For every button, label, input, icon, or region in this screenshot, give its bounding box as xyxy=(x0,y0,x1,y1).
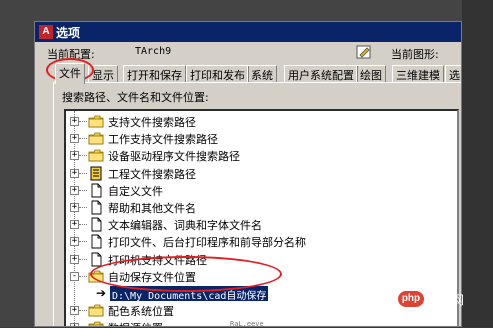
tree-item-label: 工作支持文件搜索路径 xyxy=(108,133,218,147)
folder-icon xyxy=(88,320,104,326)
expand-toggle-icon[interactable]: + xyxy=(70,168,79,178)
screenshot-frame: A 选项 当前配置: TArch9 当前图形: 文件 显示 打开和保存 打印和发… xyxy=(0,0,493,328)
tree-connector xyxy=(79,258,87,260)
tree-item[interactable]: + 打印机支持文件路径 xyxy=(66,251,457,268)
drawing-icon xyxy=(356,45,371,59)
tree-item[interactable]: + 设备驱动程序文件搜索路径 xyxy=(66,147,457,164)
tree-item-label: 文本编辑器、词典和字体文件名 xyxy=(108,219,262,233)
expand-toggle-icon[interactable]: + xyxy=(70,254,79,264)
tab-user-preferences[interactable]: 用户系统配置 xyxy=(284,65,358,82)
expand-toggle-icon[interactable]: + xyxy=(70,185,79,195)
tree-item[interactable]: + 自定义文件 xyxy=(66,182,457,199)
tree-connector xyxy=(79,224,87,226)
expand-toggle-icon[interactable]: + xyxy=(70,151,79,161)
tab-3d-modeling[interactable]: 三维建模 xyxy=(392,65,444,82)
options-dialog: A 选项 当前配置: TArch9 当前图形: 文件 显示 打开和保存 打印和发… xyxy=(34,21,462,327)
tree-item-label: 数据源位置 xyxy=(108,320,163,326)
folder-icon xyxy=(88,303,104,318)
search-paths-label: 搜索路径、文件名和文件位置: xyxy=(62,91,209,104)
expand-toggle-icon[interactable]: + xyxy=(70,306,79,316)
current-drawing-label: 当前图形: xyxy=(391,48,439,61)
tree-connector xyxy=(79,207,87,208)
folder-icon xyxy=(88,114,104,129)
tree-item[interactable]: - 自动保存文件位置 xyxy=(66,268,457,285)
tab-open-save[interactable]: 打开和保存 xyxy=(123,65,186,82)
right-background xyxy=(462,0,493,327)
arrow-icon: ➔ xyxy=(96,286,107,300)
tree-item[interactable]: + 打印文件、后台打印程序和前导部分名称 xyxy=(66,233,457,250)
folder-icon xyxy=(88,269,104,284)
tree-item-label: 打印机支持文件路径 xyxy=(108,253,207,267)
php-logo: php xyxy=(398,291,424,307)
profile-row: 当前配置: TArch9 当前图形: xyxy=(39,45,459,61)
tab-files[interactable]: 文件 xyxy=(55,63,85,84)
current-profile-value: TArch9 xyxy=(135,46,172,57)
folder-icon xyxy=(88,148,104,163)
window-title: 选项 xyxy=(56,25,81,40)
tree-item-label: 帮助和其他文件名 xyxy=(108,202,196,215)
tree-item[interactable]: + 文本编辑器、词典和字体文件名 xyxy=(66,216,457,233)
expand-toggle-icon[interactable]: + xyxy=(70,117,79,126)
tab-drafting[interactable]: 绘图 xyxy=(356,65,386,82)
tree-connector xyxy=(79,189,87,191)
watermark: php 中文网 xyxy=(398,287,488,311)
document-icon xyxy=(88,217,104,232)
watermark-text: 中文网 xyxy=(428,292,465,307)
project-icon xyxy=(88,166,104,181)
current-profile-label: 当前配置: xyxy=(47,48,95,61)
expand-toggle-icon[interactable]: + xyxy=(70,220,79,230)
tree-item[interactable]: + 工程文件搜索路径 xyxy=(66,165,457,182)
expand-toggle-icon[interactable]: + xyxy=(70,203,79,212)
document-icon xyxy=(88,252,104,267)
folder-icon xyxy=(88,131,104,146)
document-icon xyxy=(88,200,104,215)
tree-item[interactable]: + 支持文件搜索路径 xyxy=(66,113,457,130)
tree-item-label: 配色系统位置 xyxy=(108,305,174,319)
tree-connector xyxy=(79,155,87,157)
tree-connector xyxy=(79,241,87,243)
tab-system[interactable]: 系统 xyxy=(247,65,277,82)
tab-selection[interactable]: 选 xyxy=(445,65,461,82)
tab-display[interactable]: 显示 xyxy=(88,65,118,82)
tab-strip: 文件 显示 打开和保存 打印和发布 系统 用户系统配置 绘图 三维建模 选 xyxy=(53,63,461,84)
tree-item-label: 打印文件、后台打印程序和前导部分名称 xyxy=(108,236,306,250)
tree-item-label: 支持文件搜索路径 xyxy=(108,116,196,129)
document-icon xyxy=(88,183,104,198)
expand-toggle-icon[interactable]: + xyxy=(70,134,79,144)
expand-toggle-icon[interactable]: - xyxy=(70,271,79,281)
tree-item[interactable]: + 工作支持文件搜索路径 xyxy=(66,130,457,147)
tree-connector xyxy=(79,138,87,140)
document-icon xyxy=(88,234,104,249)
autosave-path-value[interactable]: D:\My Documents\cad自动保存 xyxy=(110,286,269,302)
tree-item-label: 设备驱动程序文件搜索路径 xyxy=(108,150,240,164)
tree-item-label: 工程文件搜索路径 xyxy=(108,167,196,181)
tree-connector xyxy=(79,310,87,312)
tree-item[interactable]: + 帮助和其他文件名 xyxy=(66,199,457,216)
tree-item-label: 自动保存文件位置 xyxy=(108,270,196,284)
tree-connector xyxy=(79,121,87,122)
expand-toggle-icon[interactable]: + xyxy=(70,237,79,247)
tree-connector xyxy=(79,172,87,174)
expand-toggle-icon[interactable]: + xyxy=(70,323,79,326)
app-logo-icon: A xyxy=(39,25,53,39)
tree-item-label: 自定义文件 xyxy=(108,184,163,198)
tree-connector xyxy=(79,275,87,277)
title-bar: A 选项 xyxy=(35,22,461,42)
tab-plot-publish[interactable]: 打印和发布 xyxy=(186,65,249,82)
